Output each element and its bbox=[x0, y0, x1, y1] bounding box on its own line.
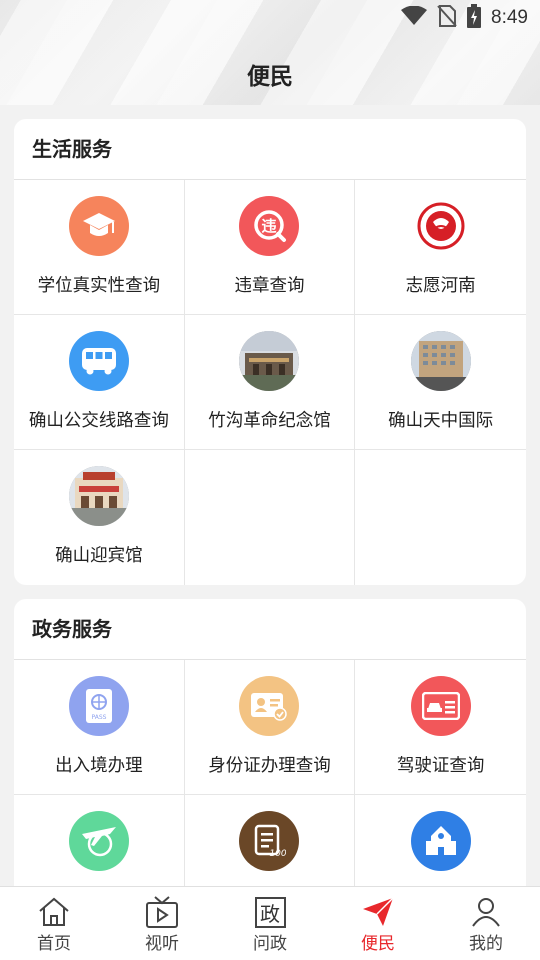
home-icon bbox=[37, 895, 71, 929]
wifi-icon bbox=[401, 5, 428, 30]
life-services-title: 生活服务 bbox=[14, 119, 526, 180]
service-label: 确山迎宾馆 bbox=[55, 546, 143, 566]
service-label: 竹沟革命纪念馆 bbox=[208, 411, 331, 431]
svg-text:PASS: PASS bbox=[91, 714, 106, 721]
id-card-icon bbox=[239, 676, 300, 736]
service-driver-license[interactable]: 驾驶证查询 bbox=[355, 660, 526, 795]
status-time: 8:49 bbox=[491, 7, 528, 28]
bottom-tab-bar: 首页 视听 政 问政 便民 我的 bbox=[0, 886, 540, 960]
service-id-card[interactable]: 身份证办理查询 bbox=[184, 660, 356, 795]
service-label: 志愿河南 bbox=[405, 276, 476, 296]
life-services-card: 生活服务 学位真实性查询 违 违章查询 志愿河南 确山公交线路查询 竹沟革命纪念… bbox=[14, 119, 526, 585]
guesthouse-photo bbox=[68, 466, 129, 526]
service-violation-query[interactable]: 违 违章查询 bbox=[184, 180, 356, 315]
battery-charging-icon bbox=[467, 4, 482, 32]
service-label: 违章查询 bbox=[234, 276, 305, 296]
svg-text:违: 违 bbox=[262, 217, 277, 235]
service-exam-score[interactable]: 100 bbox=[185, 795, 356, 899]
service-exit-entry[interactable]: PASS 出入境办理 bbox=[14, 660, 185, 795]
tab-label: 视听 bbox=[145, 934, 179, 954]
service-degree-verify[interactable]: 学位真实性查询 bbox=[14, 180, 185, 315]
service-zhugou-memorial[interactable]: 竹沟革命纪念馆 bbox=[184, 315, 356, 450]
tab-label: 首页 bbox=[37, 934, 71, 954]
svg-text:100: 100 bbox=[270, 849, 287, 859]
graduation-cap-icon bbox=[68, 196, 129, 256]
tab-label: 便民 bbox=[361, 934, 395, 954]
tab-label: 问政 bbox=[253, 934, 287, 954]
tab-label: 我的 bbox=[469, 934, 503, 954]
service-label: 驾驶证查询 bbox=[396, 756, 485, 776]
service-label: 出入境办理 bbox=[55, 756, 143, 776]
driver-license-icon bbox=[410, 676, 471, 736]
gov-services-grid: PASS 出入境办理 身份证办理查询 驾驶证查询 100 bbox=[14, 660, 526, 899]
service-school[interactable] bbox=[355, 795, 526, 899]
page-title: 便民 bbox=[247, 64, 293, 90]
tab-video[interactable]: 视听 bbox=[108, 887, 216, 960]
service-label: 身份证办理查询 bbox=[208, 756, 331, 776]
service-tianzhong-intl[interactable]: 确山天中国际 bbox=[355, 315, 526, 450]
paper-plane-icon bbox=[361, 895, 395, 929]
passport-icon: PASS bbox=[68, 676, 129, 736]
tv-play-icon bbox=[145, 895, 179, 929]
status-bar: 8:49 bbox=[401, 4, 528, 32]
service-label: 学位真实性查询 bbox=[37, 276, 161, 296]
bus-icon bbox=[68, 331, 129, 391]
no-sim-icon bbox=[437, 5, 457, 31]
airplane-globe-icon bbox=[68, 811, 129, 871]
tab-mine[interactable]: 我的 bbox=[432, 887, 540, 960]
exam-score-icon: 100 bbox=[239, 811, 300, 871]
life-services-grid: 学位真实性查询 违 违章查询 志愿河南 确山公交线路查询 竹沟革命纪念馆 确山天… bbox=[14, 180, 526, 585]
gov-services-card: 政务服务 PASS 出入境办理 身份证办理查询 驾驶证查询 100 bbox=[14, 599, 526, 899]
zheng-char-glyph: 政 bbox=[254, 896, 286, 928]
zheng-char-icon: 政 bbox=[254, 895, 286, 929]
service-guesthouse[interactable]: 确山迎宾馆 bbox=[14, 450, 185, 585]
tab-convenience[interactable]: 便民 bbox=[324, 887, 432, 960]
tab-inquiry[interactable]: 政 问政 bbox=[216, 887, 324, 960]
person-icon bbox=[470, 895, 502, 929]
memorial-hall-photo bbox=[239, 331, 300, 391]
empty-cell bbox=[355, 450, 526, 585]
service-label: 确山天中国际 bbox=[388, 411, 494, 431]
volunteer-logo-icon bbox=[410, 196, 471, 256]
hotel-building-photo bbox=[410, 331, 471, 391]
service-label: 确山公交线路查询 bbox=[28, 411, 169, 431]
service-bus-route[interactable]: 确山公交线路查询 bbox=[14, 315, 185, 450]
header-bar: 8:49 便民 bbox=[0, 0, 540, 105]
tab-home[interactable]: 首页 bbox=[0, 887, 108, 960]
service-flight[interactable] bbox=[14, 795, 185, 899]
traffic-violation-icon: 违 bbox=[239, 196, 300, 256]
empty-cell bbox=[185, 450, 356, 585]
gov-services-title: 政务服务 bbox=[14, 599, 526, 660]
service-volunteer-henan[interactable]: 志愿河南 bbox=[355, 180, 526, 315]
school-icon bbox=[410, 811, 471, 871]
